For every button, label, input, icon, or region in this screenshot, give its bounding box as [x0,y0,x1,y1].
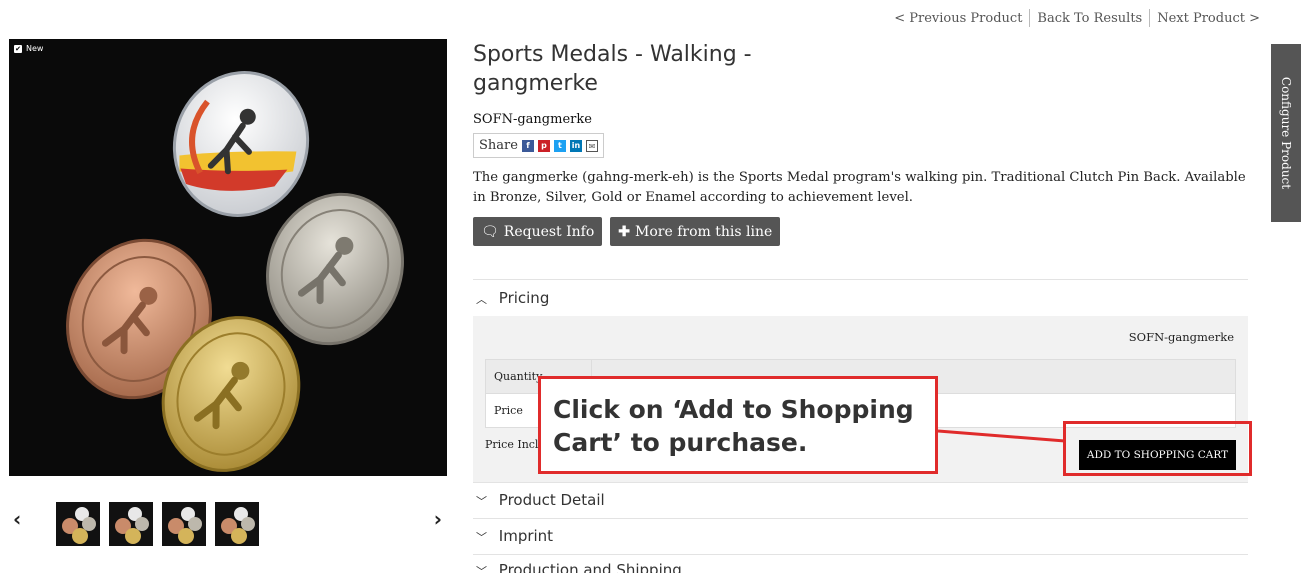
request-info-label: Request Info [503,223,595,240]
thumbnail-medals-image [215,502,259,546]
share-label: Share [479,138,518,153]
production-shipping-section-header[interactable]: ﹀ Production and Shipping [473,554,1248,573]
linkedin-icon[interactable]: in [569,139,582,152]
product-details: Sports Medals - Walking - gangmerke SOFN… [473,40,1248,246]
configure-product-label: Configure Product [1279,76,1293,190]
thumbnail[interactable] [56,502,100,546]
next-product-link[interactable]: Next Product > [1150,11,1260,26]
new-badge-label: New [26,44,44,53]
callout-connector-line [938,429,1065,443]
twitter-icon[interactable]: t [553,139,566,152]
pricing-section-header[interactable]: ︿ Pricing [473,279,1248,316]
callout-highlight-ring [1063,421,1252,476]
price-inclusive-label: Price Incl [485,438,539,451]
pinterest-icon[interactable]: p [537,139,550,152]
thumbnail[interactable] [109,502,153,546]
chat-icon: 🗨 [481,223,499,240]
product-main-image[interactable]: ✔ New [9,39,447,476]
chevron-right-icon[interactable]: › [434,507,442,531]
request-info-button[interactable]: 🗨 Request Info [473,217,603,246]
new-badge: ✔ New [14,44,43,53]
pricing-sku: SOFN-gangmerke [1128,330,1234,344]
more-from-line-button[interactable]: ✚ More from this line [610,217,781,246]
product-sku: SOFN-gangmerke [473,112,592,127]
chevron-down-icon: ﹀ [476,531,487,544]
production-shipping-label: Production and Shipping [498,561,682,573]
email-icon[interactable]: ✉ [585,139,598,152]
thumbnail-medals-image [162,502,206,546]
thumbnail[interactable] [162,502,206,546]
instruction-callout: Click on ‘Add to Shopping Cart’ to purch… [538,376,938,474]
previous-product-link[interactable]: < Previous Product [887,11,1029,26]
thumbnail[interactable] [215,502,259,546]
thumbnail-medals-image [109,502,153,546]
thumbnail-carousel: ‹ › [10,497,446,549]
imprint-label: Imprint [498,527,554,545]
action-buttons: 🗨 Request Info ✚ More from this line [473,217,1248,246]
chevron-down-icon: ﹀ [476,565,487,573]
back-to-results-link[interactable]: Back To Results [1030,11,1149,26]
more-from-line-label: More from this line [635,223,773,240]
thumbnail-medals-image [56,502,100,546]
configure-product-tab[interactable]: Configure Product [1271,44,1301,222]
product-navigation: < Previous Product Back To Results Next … [887,9,1260,27]
medals-photo [9,39,447,476]
chevron-down-icon: ﹀ [476,495,487,508]
product-detail-section-header[interactable]: ﹀ Product Detail [473,482,1248,518]
share-box: Share f p t in ✉ [473,133,604,158]
product-title: Sports Medals - Walking - gangmerke [473,42,752,96]
product-detail-label: Product Detail [498,491,605,509]
product-description: The gangmerke (gahng-merk-eh) is the Spo… [473,170,1246,205]
imprint-section-header[interactable]: ﹀ Imprint [473,518,1248,554]
pricing-label: Pricing [498,289,550,307]
chevron-left-icon[interactable]: ‹ [13,507,21,531]
check-icon: ✔ [14,44,22,53]
plus-icon: ✚ [618,223,631,240]
chevron-up-icon: ︿ [476,293,487,306]
facebook-icon[interactable]: f [521,139,534,152]
